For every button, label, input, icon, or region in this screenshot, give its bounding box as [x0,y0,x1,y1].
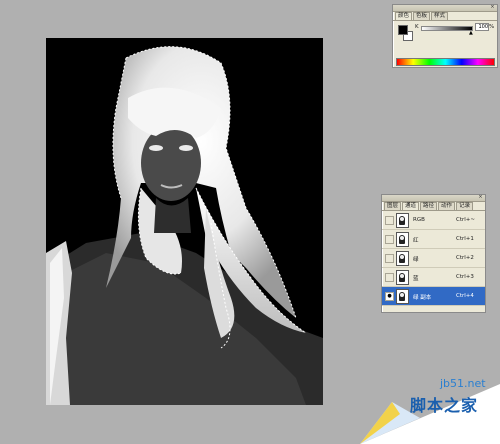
close-icon[interactable]: × [490,5,495,10]
visibility-toggle[interactable] [385,216,394,225]
channel-name: 蓝 [413,276,419,282]
k-slider-track[interactable] [421,26,473,31]
palette-titlebar[interactable]: × [393,5,497,12]
channels-palette[interactable]: × 图层 通道 路径 动作 记录 RGB Ctrl+~ 红 Ctrl+1 绿 C… [381,194,486,313]
channel-name: 绿 [413,257,419,263]
channel-row-red[interactable]: 红 Ctrl+1 [382,230,485,249]
channel-row-green-copy[interactable]: ● 绿 副本 Ctrl+4 [382,287,485,306]
channel-image [46,46,323,405]
foreground-color-swatch[interactable] [398,25,408,35]
channel-name: 绿 副本 [413,295,432,301]
channel-shortcut: Ctrl+~ [456,217,476,223]
k-unit-label: % [489,24,495,30]
color-palette-tabs: 颜色 色板 样式 [393,12,497,21]
tab-layers[interactable]: 图层 [384,202,402,210]
channel-row-blue[interactable]: 蓝 Ctrl+3 [382,268,485,287]
channel-thumbnail [396,289,409,304]
k-value-field[interactable]: 100 [475,23,489,31]
color-spectrum-bar[interactable] [396,58,495,66]
visibility-toggle[interactable] [385,273,394,282]
palette-titlebar[interactable]: × [382,195,485,202]
color-palette[interactable]: × 颜色 色板 样式 K ▲ 100 % [392,4,498,68]
watermark-url: jb51.net [440,377,486,390]
channel-shortcut: Ctrl+4 [456,293,474,299]
channel-thumbnail [396,232,409,247]
watermark-name: 脚本之家 [410,396,479,415]
channels-palette-tabs: 图层 通道 路径 动作 记录 [382,202,485,211]
channel-shortcut: Ctrl+3 [456,274,474,280]
visibility-toggle[interactable] [385,254,394,263]
channel-name: 红 [413,238,419,244]
channel-thumbnail [396,270,409,285]
document-canvas[interactable] [46,38,323,405]
tab-paths[interactable]: 路径 [420,202,438,210]
channel-thumbnail [396,251,409,266]
tab-channels[interactable]: 通道 [402,202,420,210]
eye-icon[interactable]: ● [385,292,394,301]
tab-history[interactable]: 记录 [456,202,474,210]
visibility-toggle[interactable] [385,235,394,244]
channel-k-label: K [415,24,419,30]
close-icon[interactable]: × [478,195,483,200]
k-slider-thumb[interactable]: ▲ [469,30,473,36]
channel-name: RGB [413,217,425,223]
tab-swatches[interactable]: 色板 [413,12,431,20]
tab-styles[interactable]: 样式 [431,12,449,20]
tab-actions[interactable]: 动作 [438,202,456,210]
channel-row-green[interactable]: 绿 Ctrl+2 [382,249,485,268]
tab-color[interactable]: 颜色 [395,12,413,20]
channel-thumbnail [396,213,409,228]
channel-shortcut: Ctrl+2 [456,255,474,261]
channel-shortcut: Ctrl+1 [456,236,474,242]
channel-row-rgb[interactable]: RGB Ctrl+~ [382,211,485,230]
